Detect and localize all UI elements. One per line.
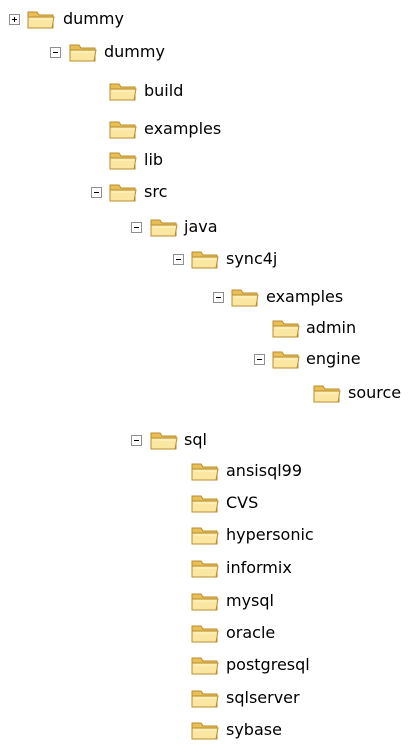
- folder-icon: [272, 320, 300, 338]
- tree-node-cvs[interactable]: CVS: [0, 489, 320, 517]
- folder-icon: [313, 385, 341, 403]
- tree-node-postgresql[interactable]: postgresql: [0, 651, 340, 679]
- tree-node-label: src: [144, 182, 168, 201]
- folder-icon: [109, 152, 137, 170]
- collapse-toggle-icon[interactable]: [131, 222, 142, 233]
- folder-icon: [272, 351, 300, 369]
- tree-node-label: examples: [266, 287, 344, 306]
- tree-node-label: CVS: [226, 493, 259, 512]
- folder-icon: [191, 463, 219, 481]
- folder-icon: [191, 625, 219, 643]
- folder-icon: [191, 722, 219, 740]
- tree-node-label: informix: [226, 558, 292, 577]
- tree-node-label: postgresql: [226, 655, 310, 674]
- tree-node-label: dummy: [63, 9, 124, 28]
- tree-node-label: oracle: [226, 623, 276, 642]
- folder-icon: [231, 289, 259, 307]
- tree-node-mysql[interactable]: mysql: [0, 587, 300, 615]
- folder-tree: dummy dummy build examples lib src java …: [0, 0, 414, 751]
- tree-node-label: sync4j: [226, 249, 278, 268]
- tree-node-label: java: [184, 217, 218, 236]
- collapse-toggle-icon[interactable]: [91, 187, 102, 198]
- tree-node-dummy[interactable]: dummy: [0, 38, 190, 66]
- tree-node-label: mysql: [226, 591, 274, 610]
- tree-node-oracle[interactable]: oracle: [0, 619, 300, 647]
- folder-icon: [109, 83, 137, 101]
- collapse-toggle-icon[interactable]: [213, 292, 224, 303]
- folder-icon: [109, 184, 137, 202]
- folder-icon: [27, 11, 55, 29]
- tree-node-sqlserver[interactable]: sqlserver: [0, 684, 340, 712]
- folder-icon: [191, 593, 219, 611]
- tree-node-label: examples: [144, 119, 222, 138]
- folder-icon: [69, 44, 97, 62]
- tree-node-src[interactable]: src: [0, 178, 240, 206]
- tree-node-ansisql99[interactable]: ansisql99: [0, 457, 320, 485]
- tree-node-engine[interactable]: engine: [0, 345, 370, 373]
- tree-node-hypersonic[interactable]: hypersonic: [0, 521, 340, 549]
- folder-icon: [150, 432, 178, 450]
- folder-icon: [191, 495, 219, 513]
- tree-node-build[interactable]: build: [0, 77, 240, 105]
- collapse-toggle-icon[interactable]: [254, 354, 265, 365]
- tree-node-label: dummy: [104, 42, 165, 61]
- tree-node-label: admin: [306, 318, 357, 337]
- tree-node-label: lib: [144, 150, 164, 169]
- collapse-toggle-icon[interactable]: [173, 254, 184, 265]
- tree-node-source[interactable]: source: [0, 379, 414, 407]
- tree-node-java[interactable]: java: [0, 213, 280, 241]
- tree-node-label: source: [348, 383, 402, 402]
- tree-node-label: ansisql99: [226, 461, 303, 480]
- tree-node-admin[interactable]: admin: [0, 314, 370, 342]
- collapse-toggle-icon[interactable]: [131, 435, 142, 446]
- tree-node-label: sql: [184, 430, 207, 449]
- tree-node-sql[interactable]: sql: [0, 426, 240, 454]
- tree-node-label: sqlserver: [226, 688, 300, 707]
- tree-node-sync4j[interactable]: sync4j: [0, 245, 320, 273]
- folder-icon: [191, 560, 219, 578]
- folder-icon: [109, 121, 137, 139]
- tree-node-label: build: [144, 81, 184, 100]
- folder-icon: [191, 657, 219, 675]
- tree-node-label: sybase: [226, 720, 282, 739]
- tree-node-dummy-root[interactable]: dummy: [0, 5, 170, 33]
- folder-icon: [191, 251, 219, 269]
- tree-node-sybase[interactable]: sybase: [0, 716, 320, 744]
- tree-node-lib[interactable]: lib: [0, 146, 240, 174]
- tree-node-label: hypersonic: [226, 525, 314, 544]
- folder-icon: [191, 527, 219, 545]
- tree-node-examples[interactable]: examples: [0, 115, 260, 143]
- tree-node-label: engine: [306, 349, 361, 368]
- collapse-toggle-icon[interactable]: [50, 47, 61, 58]
- tree-node-examples-sync4j[interactable]: examples: [0, 283, 370, 311]
- folder-icon: [191, 690, 219, 708]
- folder-icon: [150, 219, 178, 237]
- tree-node-informix[interactable]: informix: [0, 554, 320, 582]
- expand-toggle-icon[interactable]: [9, 14, 20, 25]
